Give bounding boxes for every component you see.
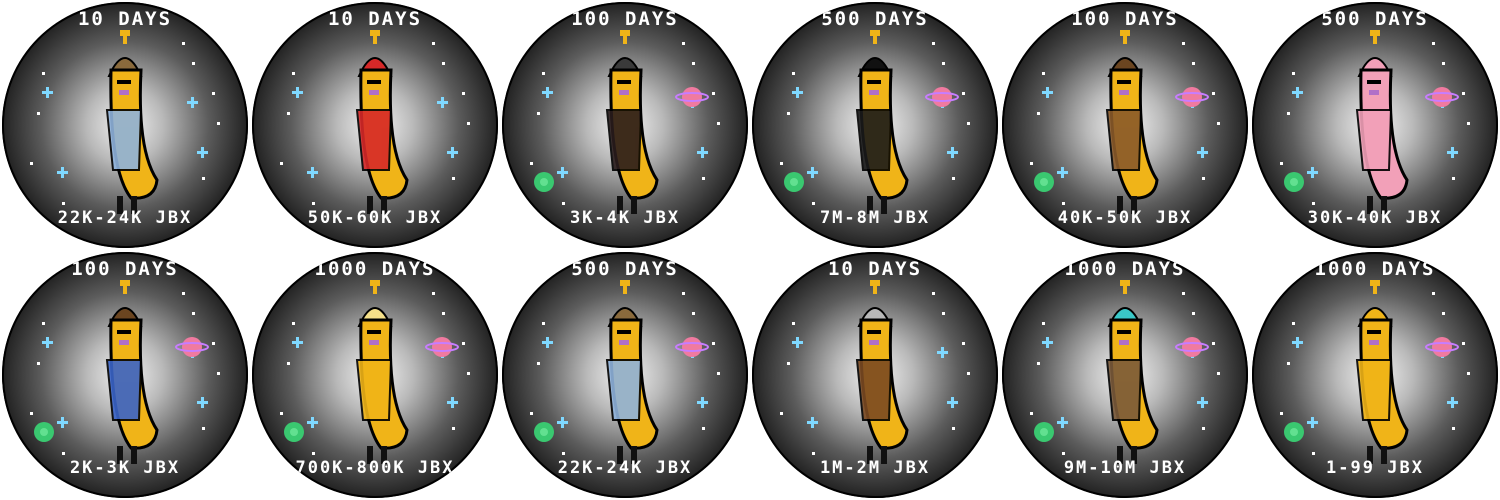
badge-duration-label: 1000 DAYS [1064,258,1186,280]
badge-musketeer-banana: 10 DAYS 22K-24K JBX [2,2,248,248]
badge-amount-label: 7M-8M JBX [819,208,931,228]
badge-santa-banana: 10 DAYS 50K-60K JBX [252,2,498,248]
badge-amount-label: 22K-24K JBX [557,458,693,478]
badge-duration-label: 10 DAYS [827,258,923,280]
badge-duration-label: 500 DAYS [821,8,929,30]
badge-duration-label: 100 DAYS [1071,8,1179,30]
badge-duration-label: 10 DAYS [327,8,423,30]
badge-duration-label: 1000 DAYS [314,258,436,280]
jedi-banana-icon [855,280,909,464]
badge-ghostbuster-banana: 1000 DAYS 9M-10M JBX [1002,252,1248,498]
badge-jedi-banana: 10 DAYS 1M-2M JBX [752,252,998,498]
musketeer-banana-icon [605,280,659,464]
plain-banana-icon [1355,280,1409,464]
badge-amount-label: 1M-2M JBX [819,458,931,478]
badge-amount-label: 700K-800K JBX [295,458,455,478]
badge-duration-label: 500 DAYS [571,258,679,280]
badge-duration-label: 100 DAYS [71,258,179,280]
dorothy-banana-icon [105,280,159,464]
witch-banana-icon [605,30,659,214]
badge-amount-label: 40K-50K JBX [1057,208,1193,228]
badge-duration-label: 1000 DAYS [1314,258,1436,280]
ghostbuster-banana-icon [1105,280,1159,464]
badge-plain-banana: 1000 DAYS 1-99 JBX [1252,252,1498,498]
badge-amount-label: 9M-10M JBX [1063,458,1187,478]
badge-musketeer-banana: 500 DAYS 22K-24K JBX [502,252,748,498]
pink-banana-icon [1355,30,1409,214]
badge-amount-label: 50K-60K JBX [307,208,443,228]
vampire-banana-icon [855,30,909,214]
badge-dorothy-banana: 100 DAYS 2K-3K JBX [2,252,248,498]
badge-amount-label: 1-99 JBX [1326,458,1424,478]
badge-amount-label: 3K-4K JBX [569,208,681,228]
badge-duration-label: 100 DAYS [571,8,679,30]
badge-amount-label: 22K-24K JBX [57,208,193,228]
badge-witch-banana: 100 DAYS 3K-4K JBX [502,2,748,248]
samurai-banana-icon [355,280,409,464]
badge-amount-label: 2K-3K JBX [69,458,181,478]
musketeer-banana-icon [105,30,159,214]
badge-duration-label: 10 DAYS [77,8,173,30]
badge-amount-label: 30K-40K JBX [1307,208,1443,228]
badge-vampire-banana: 500 DAYS 7M-8M JBX [752,2,998,248]
pirate-banana-icon [1105,30,1159,214]
badge-pink-banana: 500 DAYS 30K-40K JBX [1252,2,1498,248]
badge-samurai-banana: 1000 DAYS 700K-800K JBX [252,252,498,498]
badge-pirate-banana: 100 DAYS 40K-50K JBX [1002,2,1248,248]
badge-duration-label: 500 DAYS [1321,8,1429,30]
santa-banana-icon [355,30,409,214]
